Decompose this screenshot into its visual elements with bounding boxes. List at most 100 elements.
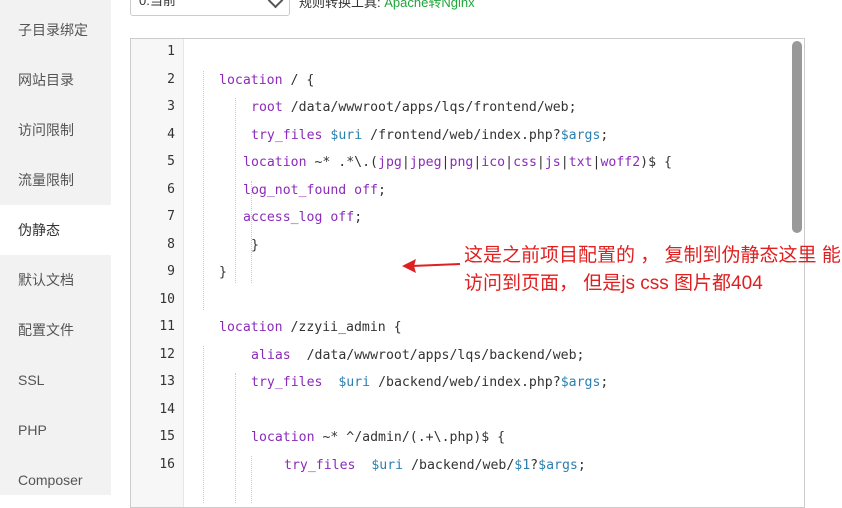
code-line: access_log off;: [243, 204, 362, 231]
code-token: /backend/web/index.php?: [370, 375, 561, 390]
sidebar-item-3[interactable]: 流量限制: [0, 155, 111, 205]
sidebar-item-8[interactable]: PHP: [0, 405, 111, 455]
settings-sidebar: 子目录绑定 网站目录 访问限制 流量限制 伪静态 默认文档 配置文件 SSL PHP Compos…: [0, 0, 111, 495]
code-token: ;: [600, 375, 609, 390]
line-number: 15: [159, 429, 175, 444]
code-token: |: [401, 155, 410, 170]
code-token: }: [251, 237, 259, 253]
sidebar-item-4[interactable]: 伪静态: [0, 205, 111, 255]
code-token: png: [449, 155, 474, 170]
code-token: |: [536, 155, 545, 170]
rule-template-select[interactable]: 0.当前: [130, 0, 290, 16]
code-token: |: [505, 155, 514, 170]
code-token: css: [513, 155, 537, 170]
line-number: 13: [159, 374, 175, 389]
line-number: 12: [159, 346, 175, 362]
code-token: location: [219, 320, 283, 335]
code-token: ;: [354, 210, 363, 225]
code-token: ico: [481, 155, 506, 170]
code-token: try_files: [251, 127, 323, 143]
code-token: )$ {: [640, 155, 672, 170]
code-token: off: [330, 210, 355, 225]
code-line: location / {: [219, 67, 314, 94]
code-token: ;: [378, 182, 386, 198]
code-token: /data/wwwroot/apps/lqs/frontend/web;: [282, 100, 577, 115]
line-number: 1: [167, 44, 175, 59]
code-token: $args: [560, 127, 601, 143]
code-token: off: [354, 182, 378, 198]
rule-converter-label: 规则转换工具:: [299, 0, 381, 10]
code-token: /frontend/web/index.php?: [362, 127, 561, 143]
annotation-text: 这是之前项目配置的 ， 复制到伪静态这里 能访问到页面， 但是js css 图片…: [464, 245, 841, 294]
code-line: try_files $uri /frontend/web/index.php?$…: [251, 122, 608, 149]
code-line: try_files $uri /backend/web/$1?$args;: [284, 452, 586, 479]
chevron-down-icon: [267, 0, 284, 9]
rule-template-select-value: 0.当前: [139, 0, 176, 8]
code-token: /data/wwwroot/apps/lqs/backend/web;: [290, 347, 585, 363]
code-token: location: [251, 430, 315, 445]
code-token: woff2: [600, 155, 641, 170]
code-token: ;: [600, 127, 609, 143]
code-token: ;: [577, 457, 586, 473]
line-number: 9: [167, 264, 175, 279]
sidebar-item-9[interactable]: Composer: [0, 455, 111, 505]
code-token: ~* .*\.(: [306, 155, 378, 170]
code-token: $args: [560, 375, 601, 390]
code-line: log_not_found off;: [243, 177, 386, 204]
code-token: $uri: [338, 375, 371, 390]
code-line: alias /data/wwwroot/apps/lqs/backend/web…: [251, 342, 584, 369]
annotation-arrow-icon: [402, 259, 461, 273]
indent-guide: [203, 70, 204, 310]
sidebar-item-1[interactable]: 网站目录: [0, 55, 111, 105]
code-token: txt: [568, 155, 593, 170]
code-token: /backend/web/: [403, 457, 515, 473]
indent-guide: [251, 455, 252, 503]
code-token: /zzyii_admin {: [282, 320, 402, 335]
code-token: log_not_found: [243, 182, 347, 198]
line-number: 11: [159, 319, 175, 334]
sidebar-item-7[interactable]: SSL: [0, 355, 111, 405]
code-token: js: [544, 155, 561, 170]
line-number: 14: [159, 401, 175, 417]
code-token: $args: [538, 457, 578, 473]
sidebar-item-2[interactable]: 访问限制: [0, 105, 111, 155]
apache-to-nginx-link[interactable]: Apache转Nginx: [384, 0, 474, 10]
code-token: $uri: [371, 457, 404, 473]
code-token: }: [219, 265, 227, 280]
code-token: $1: [514, 457, 531, 473]
code-token: $uri: [330, 127, 363, 143]
code-token: try_files: [251, 375, 323, 390]
code-token: ~* ^/admin/(.+\.php)$ {: [314, 430, 506, 445]
code-token: jpg: [378, 155, 402, 170]
line-number: 4: [167, 126, 175, 142]
code-line: }: [251, 232, 259, 259]
indent-guide: [251, 180, 252, 283]
sidebar-item-0[interactable]: 子目录绑定: [0, 5, 111, 55]
sidebar-item-5[interactable]: 默认文档: [0, 255, 111, 305]
code-line: location /zzyii_admin {: [219, 314, 402, 341]
line-number: 2: [167, 71, 175, 87]
code-token: access_log: [243, 210, 323, 225]
line-number: 16: [159, 456, 175, 472]
line-number-gutter: 1 2 3 4 5 6 7 8 9 10 11 12 13 14 15 16: [131, 39, 184, 507]
sidebar-item-6[interactable]: 配置文件: [0, 305, 111, 355]
code-token: location: [219, 72, 283, 88]
code-token: root: [251, 100, 283, 115]
code-line: root /data/wwwroot/apps/lqs/frontend/web…: [251, 94, 577, 121]
editor-scrollbar-thumb[interactable]: [792, 41, 802, 233]
rule-converter-note: 规则转换工具: Apache转Nginx: [299, 0, 475, 11]
code-token: / {: [282, 72, 315, 88]
code-token: location: [243, 155, 307, 170]
line-number: 7: [167, 209, 175, 224]
line-number: 5: [167, 154, 175, 169]
indent-guide: [203, 345, 204, 503]
indent-guide: [235, 373, 236, 503]
code-token: ?: [530, 457, 539, 473]
code-line: location ~* .*\.(jpg|jpeg|png|ico|css|js…: [243, 149, 672, 176]
code-line: location ~* ^/admin/(.+\.php)$ {: [251, 424, 505, 451]
code-line: }: [219, 259, 227, 286]
line-number: 3: [167, 99, 175, 114]
